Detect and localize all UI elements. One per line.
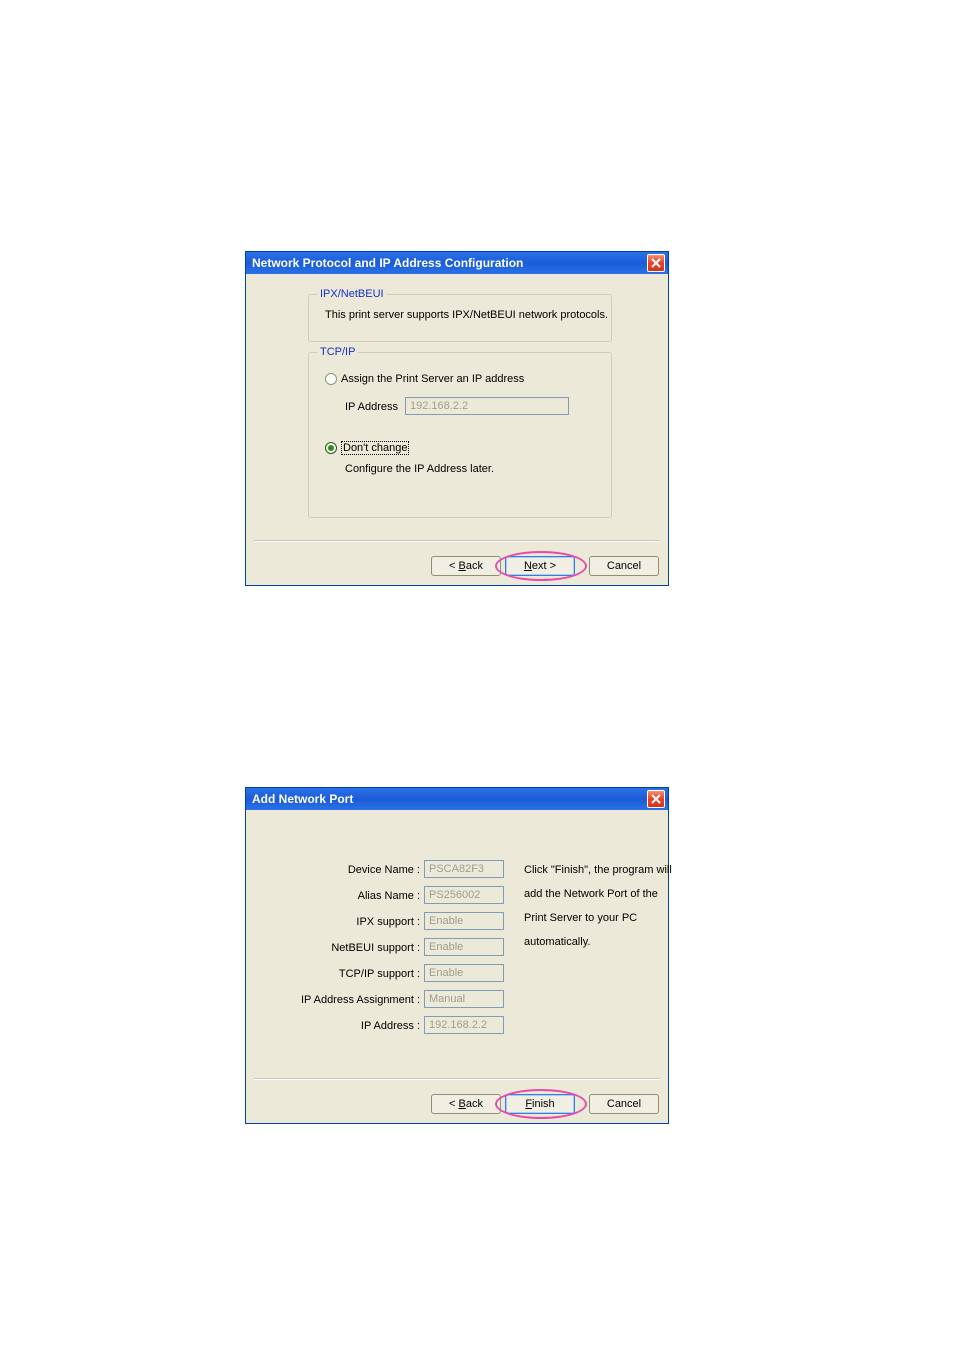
ip-address-label: IP Address (345, 401, 398, 413)
netbeui-support-value: Enable (429, 941, 463, 953)
device-name-label: Device Name : (304, 864, 420, 876)
network-protocol-dialog: Network Protocol and IP Address Configur… (245, 251, 669, 586)
radio-icon (325, 442, 337, 454)
ip-address-value: 192.168.2.2 (410, 400, 468, 412)
ipx-group-legend: IPX/NetBEUI (317, 288, 387, 300)
netbeui-support-label: NetBEUI support : (304, 942, 420, 954)
window-title: Network Protocol and IP Address Configur… (252, 256, 523, 270)
alias-name-input: PS256002 (424, 886, 504, 904)
ipx-support-input: Enable (424, 912, 504, 930)
netbeui-support-input: Enable (424, 938, 504, 956)
cancel-button[interactable]: Cancel (589, 556, 659, 576)
ipx-support-value: Enable (429, 915, 463, 927)
close-icon (651, 794, 661, 804)
close-button[interactable] (647, 254, 665, 272)
device-name-input: PSCA82F3 (424, 860, 504, 878)
device-name-value: PSCA82F3 (429, 863, 484, 875)
radio-assign-ip[interactable]: Assign the Print Server an IP address (325, 373, 524, 385)
alias-name-label: Alias Name : (304, 890, 420, 902)
button-divider (254, 540, 660, 542)
ip-assign-label: IP Address Assignment : (276, 994, 420, 1006)
close-icon (651, 258, 661, 268)
add-network-port-dialog: Add Network Port Device Name : PSCA82F3 … (245, 787, 669, 1124)
tcpip-support-label: TCP/IP support : (304, 968, 420, 980)
alias-name-value: PS256002 (429, 889, 480, 901)
tcpip-group: TCP/IP Assign the Print Server an IP add… (308, 352, 612, 518)
ip-address-label-2: IP Address : (304, 1020, 420, 1032)
titlebar[interactable]: Add Network Port (246, 788, 668, 810)
window-title: Add Network Port (252, 792, 353, 806)
finish-info-text: Click "Finish", the program will add the… (524, 858, 674, 954)
back-button[interactable]: < Back (431, 1094, 501, 1114)
radio-icon (325, 373, 337, 385)
radio-dont-change-label: Don't change (341, 441, 409, 455)
tcpip-group-legend: TCP/IP (317, 346, 358, 358)
tcpip-support-value: Enable (429, 967, 463, 979)
ipx-netbeui-group: IPX/NetBEUI This print server supports I… (308, 294, 612, 342)
tcpip-support-input: Enable (424, 964, 504, 982)
radio-dont-change[interactable]: Don't change (325, 441, 409, 455)
ip-assign-input: Manual (424, 990, 504, 1008)
ip-address-input: 192.168.2.2 (405, 397, 569, 415)
back-button[interactable]: < Back (431, 556, 501, 576)
ip-address-value-2: 192.168.2.2 (429, 1019, 487, 1031)
finish-button[interactable]: Finish (505, 1094, 575, 1114)
radio-assign-label: Assign the Print Server an IP address (341, 373, 524, 385)
configure-later-text: Configure the IP Address later. (345, 463, 494, 475)
ip-address-input-2: 192.168.2.2 (424, 1016, 504, 1034)
ipx-description: This print server supports IPX/NetBEUI n… (325, 309, 608, 321)
titlebar[interactable]: Network Protocol and IP Address Configur… (246, 252, 668, 274)
close-button[interactable] (647, 790, 665, 808)
cancel-button[interactable]: Cancel (589, 1094, 659, 1114)
next-button[interactable]: Next > (505, 556, 575, 576)
ip-assign-value: Manual (429, 993, 465, 1005)
ipx-support-label: IPX support : (304, 916, 420, 928)
button-divider (254, 1078, 660, 1080)
